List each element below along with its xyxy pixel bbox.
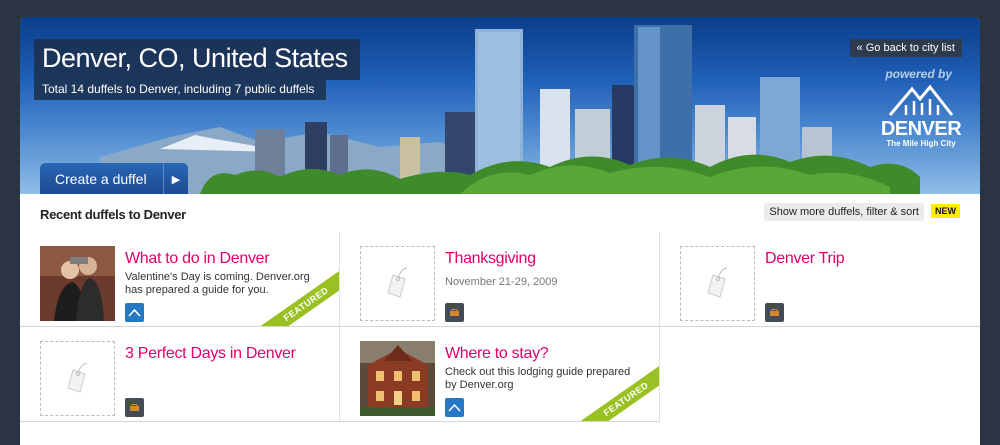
luggage-tag-icon bbox=[707, 267, 728, 298]
duffel-card[interactable]: Thanksgiving November 21-29, 2009 bbox=[340, 232, 660, 327]
couple-photo-image bbox=[40, 246, 115, 321]
show-more-duffels-button[interactable]: Show more duffels, filter & sort bbox=[764, 203, 924, 221]
logo-tagline: The Mile High City bbox=[886, 139, 956, 148]
duffel-thumbnail-placeholder[interactable] bbox=[680, 246, 755, 321]
duffel-card[interactable]: Denver Trip bbox=[660, 232, 980, 327]
duffel-title[interactable]: Denver Trip bbox=[765, 250, 845, 268]
luggage-tag-icon bbox=[67, 362, 88, 393]
back-to-city-list-link[interactable]: « Go back to city list bbox=[849, 39, 962, 57]
duffel-title[interactable]: Thanksgiving bbox=[445, 250, 536, 268]
featured-label: FEATURED bbox=[259, 266, 339, 326]
duffel-card[interactable]: 3 Perfect Days in Denver bbox=[20, 327, 340, 422]
section-title: Recent duffels to Denver bbox=[40, 207, 186, 222]
city-subtitle: Total 14 duffels to Denver, including 7 … bbox=[34, 79, 327, 100]
duffel-card[interactable]: Where to stay? Check out this lodging gu… bbox=[340, 327, 660, 422]
city-title: Denver, CO, United States bbox=[42, 43, 348, 73]
duffel-thumbnail[interactable] bbox=[360, 341, 435, 416]
duffel-thumbnail[interactable] bbox=[40, 246, 115, 321]
user-avatar-icon[interactable] bbox=[765, 303, 784, 322]
duffel-thumbnail-placeholder[interactable] bbox=[360, 246, 435, 321]
duffel-title[interactable]: Where to stay? bbox=[445, 345, 549, 363]
powered-by-label: powered by bbox=[885, 67, 952, 81]
logo-brand: DENVER bbox=[880, 118, 962, 140]
featured-ribbon: FEATURED bbox=[259, 266, 339, 326]
duffel-date: November 21-29, 2009 bbox=[445, 276, 558, 288]
denver-org-icon[interactable] bbox=[125, 303, 144, 322]
luggage-tag-icon bbox=[387, 267, 408, 298]
user-avatar-icon[interactable] bbox=[445, 303, 464, 322]
city-hero-banner: Denver, CO, United States Total 14 duffe… bbox=[20, 17, 980, 194]
chevron-right-icon: ▶ bbox=[163, 163, 188, 194]
duffel-card[interactable]: What to do in Denver Valentine's Day is … bbox=[20, 232, 340, 327]
mountain-logo-icon bbox=[888, 84, 954, 116]
denver-logo[interactable]: DENVER The Mile High City bbox=[878, 83, 964, 155]
featured-ribbon: FEATURED bbox=[579, 361, 659, 421]
duffel-title[interactable]: What to do in Denver bbox=[125, 250, 270, 268]
user-avatar-icon[interactable] bbox=[125, 398, 144, 417]
new-badge: NEW bbox=[931, 204, 960, 218]
denver-org-icon[interactable] bbox=[445, 398, 464, 417]
lodging-photo-image bbox=[360, 341, 435, 416]
main-frame: Denver, CO, United States Total 14 duffe… bbox=[20, 17, 980, 445]
create-duffel-button[interactable]: Create a duffel ▶ bbox=[40, 163, 188, 194]
duffel-thumbnail-placeholder[interactable] bbox=[40, 341, 115, 416]
city-title-box: Denver, CO, United States bbox=[34, 39, 360, 80]
featured-label: FEATURED bbox=[579, 361, 659, 421]
create-duffel-label: Create a duffel bbox=[55, 171, 147, 187]
duffel-title[interactable]: 3 Perfect Days in Denver bbox=[125, 345, 296, 363]
